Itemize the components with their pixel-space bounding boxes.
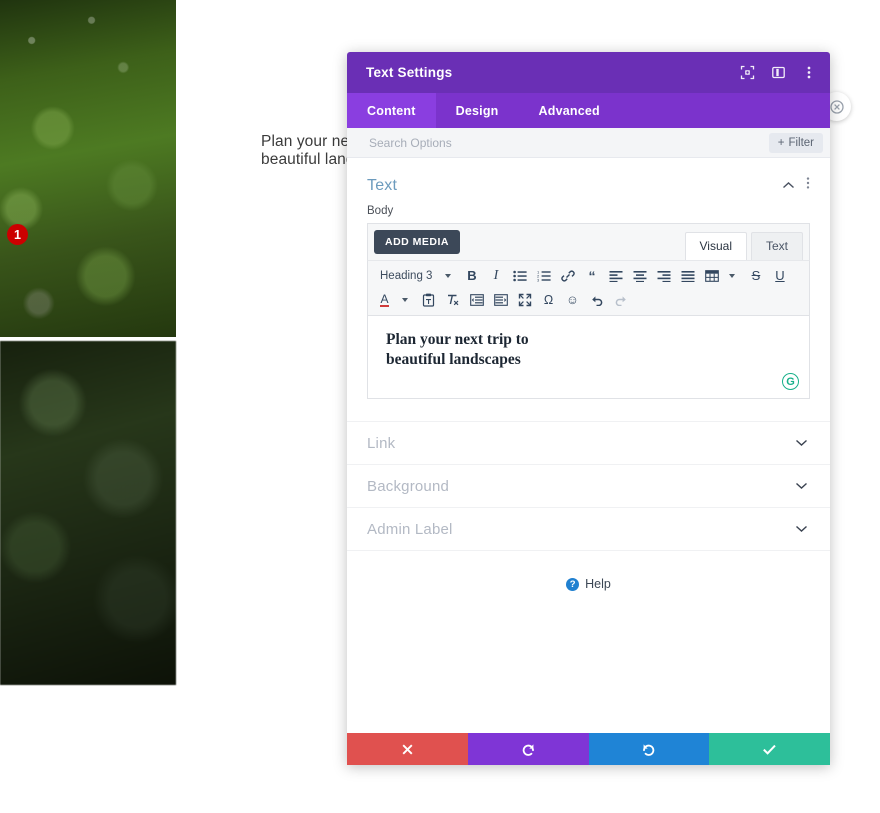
align-right-icon[interactable] bbox=[653, 265, 674, 286]
bold-icon[interactable]: B bbox=[461, 265, 482, 286]
clear-formatting-icon[interactable] bbox=[442, 289, 463, 310]
bullet-list-icon[interactable] bbox=[509, 265, 530, 286]
background-photo-top bbox=[0, 0, 176, 337]
underline-icon[interactable]: U bbox=[769, 265, 790, 286]
more-vertical-icon[interactable] bbox=[806, 176, 810, 195]
undo-icon[interactable] bbox=[586, 289, 607, 310]
editor-toolbar-row-1: Heading 3 B I 1 2 3 “ S U bbox=[374, 264, 803, 287]
checkmark-icon bbox=[763, 744, 776, 755]
chevron-down-icon[interactable] bbox=[795, 477, 808, 495]
format-select-caret[interactable] bbox=[441, 265, 454, 286]
redo-arrow-icon bbox=[643, 743, 655, 756]
editor-content-area[interactable]: Plan your next trip to beautiful landsca… bbox=[367, 316, 810, 399]
text-color-caret[interactable] bbox=[398, 289, 411, 310]
text-color-icon[interactable]: A bbox=[374, 289, 395, 310]
format-select[interactable]: Heading 3 bbox=[374, 265, 438, 286]
chevron-down-icon[interactable] bbox=[795, 520, 808, 538]
align-center-icon[interactable] bbox=[629, 265, 650, 286]
discard-button[interactable] bbox=[347, 733, 468, 765]
section-text: Text Body ADD MEDIA Visual Text Heading … bbox=[347, 158, 830, 421]
indent-icon[interactable] bbox=[490, 289, 511, 310]
tab-advanced[interactable]: Advanced bbox=[519, 93, 620, 128]
search-options-row: + Filter bbox=[347, 128, 830, 158]
section-link-title: Link bbox=[367, 434, 396, 452]
modal-tab-bar: Content Design Advanced bbox=[347, 93, 830, 128]
question-mark-icon: ? bbox=[566, 577, 580, 591]
editor-toolbar-row-2: A Ω ☺ bbox=[374, 288, 803, 311]
page-root: Plan your next trip to beautiful landsca… bbox=[0, 0, 880, 813]
fullscreen-icon[interactable] bbox=[514, 289, 535, 310]
step-badge-1: 1 bbox=[7, 224, 28, 245]
help-label: Help bbox=[585, 577, 611, 591]
section-admin-label[interactable]: Admin Label bbox=[347, 507, 830, 550]
body-field-label: Body bbox=[367, 205, 394, 217]
redo-button[interactable] bbox=[588, 733, 710, 765]
editor-toolbar: Heading 3 B I 1 2 3 “ S U A Ω ☺ bbox=[367, 260, 810, 316]
section-text-title: Text bbox=[367, 176, 398, 194]
chevron-up-icon[interactable] bbox=[782, 177, 795, 195]
grammarly-icon[interactable]: G bbox=[782, 373, 799, 390]
add-media-button[interactable]: ADD MEDIA bbox=[374, 230, 460, 254]
undo-arrow-icon bbox=[522, 743, 534, 756]
help-row[interactable]: ? Help bbox=[347, 550, 830, 591]
tab-visual[interactable]: Visual bbox=[684, 232, 747, 260]
emoji-icon[interactable]: ☺ bbox=[562, 289, 583, 310]
table-caret[interactable] bbox=[725, 265, 738, 286]
section-text-header[interactable]: Text bbox=[347, 158, 830, 205]
tab-design[interactable]: Design bbox=[436, 93, 519, 128]
text-settings-modal: Text Settings Content Design Advanced Se… bbox=[347, 52, 830, 765]
section-background-title: Background bbox=[367, 477, 450, 495]
link-icon[interactable] bbox=[557, 265, 578, 286]
search-input[interactable] bbox=[367, 134, 769, 151]
numbered-list-icon[interactable]: 1 2 3 bbox=[533, 265, 554, 286]
more-vertical-icon[interactable] bbox=[800, 64, 818, 82]
editor-heading-text: Plan your next trip to beautiful landsca… bbox=[386, 331, 529, 369]
editor-topbar: ADD MEDIA Visual Text bbox=[367, 223, 810, 260]
undo-button[interactable] bbox=[467, 733, 589, 765]
strikethrough-icon[interactable]: S bbox=[745, 265, 766, 286]
modal-header-actions bbox=[738, 64, 818, 82]
focus-expand-icon[interactable] bbox=[738, 64, 756, 82]
table-icon[interactable] bbox=[701, 265, 722, 286]
plus-icon: + bbox=[777, 136, 785, 149]
outdent-icon[interactable] bbox=[466, 289, 487, 310]
modal-header: Text Settings bbox=[347, 52, 830, 93]
align-left-icon[interactable] bbox=[605, 265, 626, 286]
filter-button[interactable]: + Filter bbox=[768, 132, 823, 153]
body-editor: ADD MEDIA Visual Text Heading 3 B I 1 2 … bbox=[347, 223, 830, 399]
blockquote-icon[interactable]: “ bbox=[581, 265, 602, 286]
redo-icon[interactable] bbox=[610, 289, 631, 310]
chevron-down-icon[interactable] bbox=[795, 434, 808, 452]
modal-footer bbox=[347, 733, 830, 765]
italic-icon[interactable]: I bbox=[485, 265, 506, 286]
svg-text:3: 3 bbox=[537, 277, 540, 281]
section-admin-label-title: Admin Label bbox=[367, 520, 453, 538]
tab-content[interactable]: Content bbox=[347, 93, 436, 128]
special-character-icon[interactable]: Ω bbox=[538, 289, 559, 310]
tab-text[interactable]: Text bbox=[750, 232, 803, 260]
x-icon bbox=[402, 744, 413, 754]
panel-layout-icon[interactable] bbox=[769, 64, 787, 82]
section-link[interactable]: Link bbox=[347, 421, 830, 464]
background-photo-bottom bbox=[0, 341, 176, 685]
filter-button-label: Filter bbox=[788, 136, 814, 149]
paste-as-text-icon[interactable] bbox=[418, 289, 439, 310]
save-button[interactable] bbox=[709, 733, 830, 765]
align-justify-icon[interactable] bbox=[677, 265, 698, 286]
modal-title: Text Settings bbox=[366, 65, 453, 80]
section-background[interactable]: Background bbox=[347, 464, 830, 507]
section-text-actions bbox=[782, 176, 810, 195]
editor-mode-tabs: Visual Text bbox=[681, 232, 803, 260]
modal-body: Text Body ADD MEDIA Visual Text Heading … bbox=[347, 158, 830, 733]
